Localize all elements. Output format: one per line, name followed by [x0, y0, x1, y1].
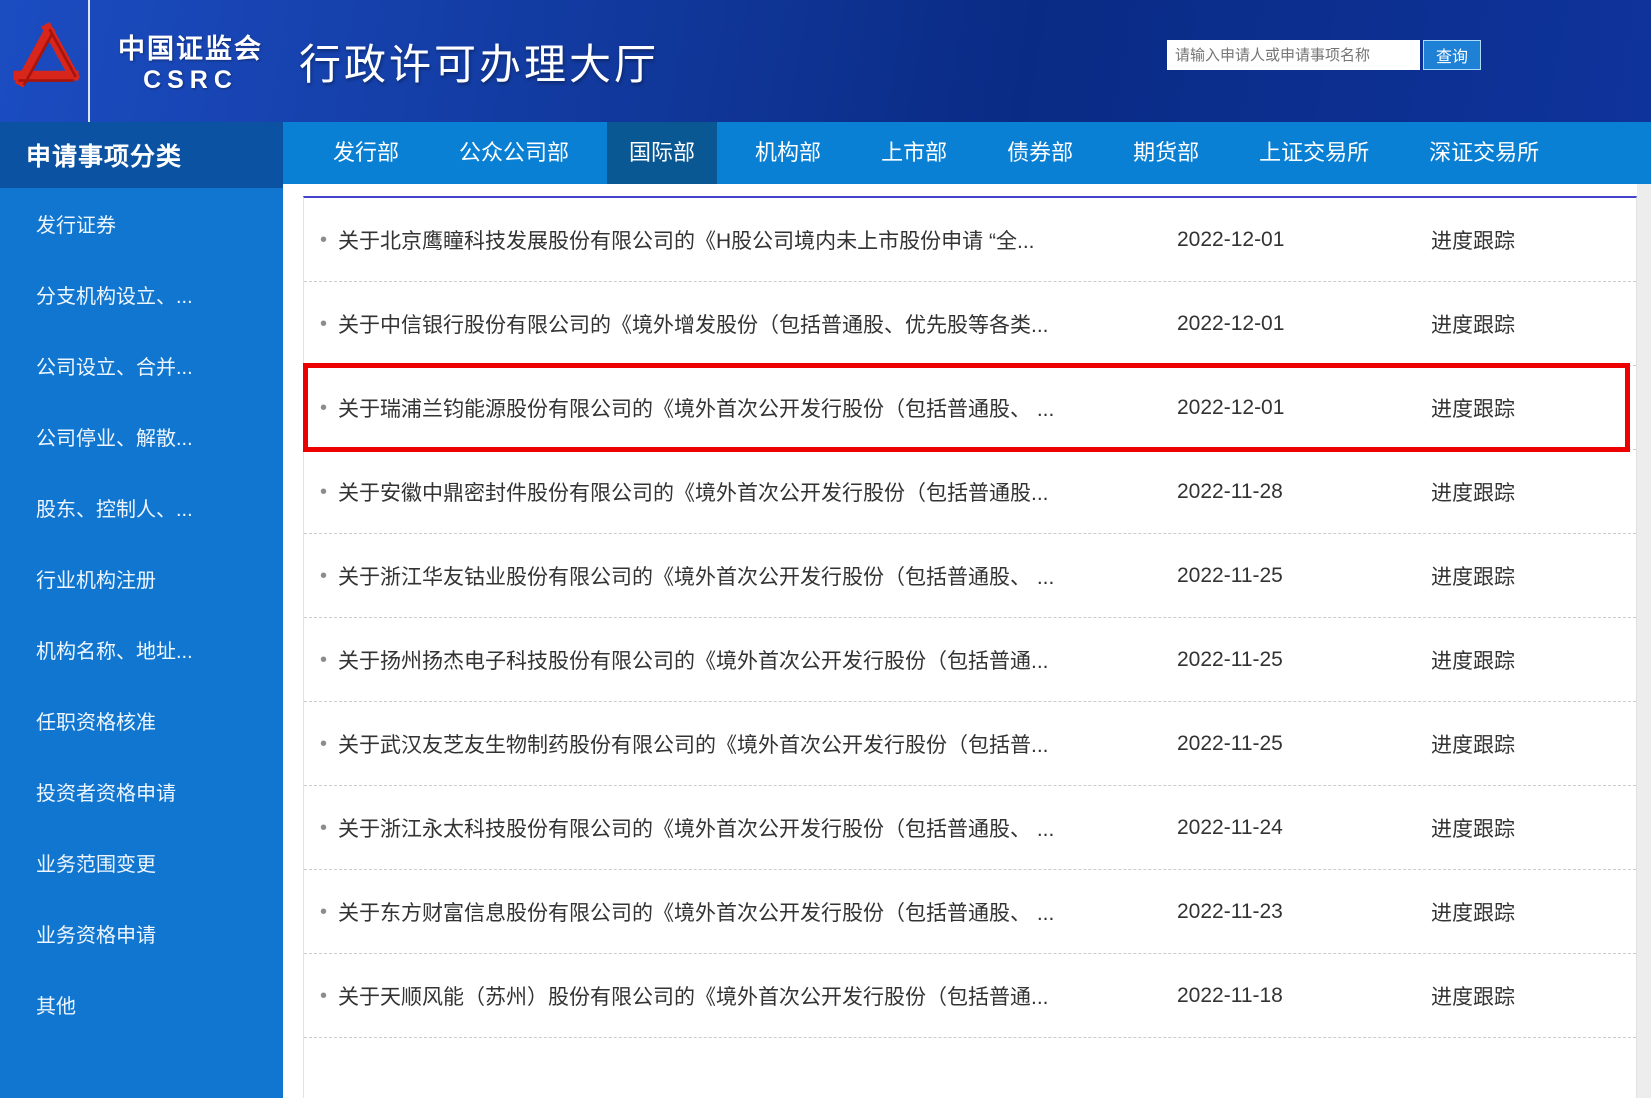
application-title-link[interactable]: 关于浙江华友钴业股份有限公司的《境外首次公开发行股份（包括普通股、 ...: [338, 561, 1177, 591]
progress-tracking-link[interactable]: 进度跟踪: [1431, 813, 1636, 843]
tab-international-dept[interactable]: 国际部: [607, 122, 717, 184]
application-title-link[interactable]: 关于浙江永太科技股份有限公司的《境外首次公开发行股份（包括普通股、 ...: [338, 813, 1177, 843]
bullet-icon: •: [320, 230, 338, 250]
application-title-link[interactable]: 关于瑞浦兰钧能源股份有限公司的《境外首次公开发行股份（包括普通股、 ...: [338, 393, 1177, 423]
sidebar: 申请事项分类 发行证券 分支机构设立、... 公司设立、合并... 公司停业、解…: [0, 122, 283, 1098]
bullet-icon: •: [320, 650, 338, 670]
tab-issuance-dept[interactable]: 发行部: [311, 122, 421, 184]
csrc-logo: [0, 0, 90, 122]
sidebar-item-issue-securities[interactable]: 发行证券: [0, 188, 283, 259]
tab-public-company-dept[interactable]: 公众公司部: [437, 122, 591, 184]
tab-futures-dept[interactable]: 期货部: [1111, 122, 1221, 184]
application-title-link[interactable]: 关于东方财富信息股份有限公司的《境外首次公开发行股份（包括普通股、 ...: [338, 897, 1177, 927]
bullet-icon: •: [320, 986, 338, 1006]
content-area: • 关于北京鹰瞳科技发展股份有限公司的《H股公司境内未上市股份申请 “全... …: [283, 184, 1651, 1098]
application-date: 2022-12-01: [1177, 312, 1431, 336]
sidebar-title: 申请事项分类: [0, 122, 283, 188]
progress-tracking-link[interactable]: 进度跟踪: [1431, 393, 1636, 423]
sidebar-item-industry-org-registration[interactable]: 行业机构注册: [0, 543, 283, 614]
sidebar-item-branch-setup[interactable]: 分支机构设立、...: [0, 259, 283, 330]
page-background-strip: [1637, 184, 1651, 1098]
app-header: 中国证监会 CSRC 行政许可办理大厅 查询: [0, 0, 1651, 122]
brand-name-en: CSRC: [118, 66, 263, 95]
application-title-link[interactable]: 关于中信银行股份有限公司的《境外增发股份（包括普通股、优先股等各类...: [338, 309, 1177, 339]
application-date: 2022-11-28: [1177, 480, 1431, 504]
sidebar-item-business-scope-change[interactable]: 业务范围变更: [0, 827, 283, 898]
right-column: 发行部 公众公司部 国际部 机构部 上市部 债券部 期货部 上证交易所 深证交易…: [283, 122, 1651, 1098]
table-row: • 关于浙江华友钴业股份有限公司的《境外首次公开发行股份（包括普通股、 ... …: [304, 534, 1636, 618]
search-button[interactable]: 查询: [1423, 40, 1481, 70]
table-row: • 关于武汉友芝友生物制药股份有限公司的《境外首次公开发行股份（包括普... 2…: [304, 702, 1636, 786]
table-row: • 关于东方财富信息股份有限公司的《境外首次公开发行股份（包括普通股、 ... …: [304, 870, 1636, 954]
sidebar-item-shareholder-controller[interactable]: 股东、控制人、...: [0, 472, 283, 543]
main-layout: 申请事项分类 发行证券 分支机构设立、... 公司设立、合并... 公司停业、解…: [0, 122, 1651, 1098]
csrc-triangle-logo-icon: [8, 17, 80, 106]
sidebar-item-company-suspend-dissolve[interactable]: 公司停业、解散...: [0, 401, 283, 472]
application-title-link[interactable]: 关于武汉友芝友生物制药股份有限公司的《境外首次公开发行股份（包括普...: [338, 729, 1177, 759]
department-tabs: 发行部 公众公司部 国际部 机构部 上市部 债券部 期货部 上证交易所 深证交易…: [283, 122, 1651, 184]
tab-shanghai-exchange[interactable]: 上证交易所: [1237, 122, 1391, 184]
table-row: • 关于北京鹰瞳科技发展股份有限公司的《H股公司境内未上市股份申请 “全... …: [304, 198, 1636, 282]
sidebar-item-org-name-address[interactable]: 机构名称、地址...: [0, 614, 283, 685]
application-date: 2022-11-25: [1177, 564, 1431, 588]
application-date: 2022-11-24: [1177, 816, 1431, 840]
sidebar-item-business-qualification[interactable]: 业务资格申请: [0, 898, 283, 969]
application-date: 2022-11-23: [1177, 900, 1431, 924]
application-title-link[interactable]: 关于安徽中鼎密封件股份有限公司的《境外首次公开发行股份（包括普通股...: [338, 477, 1177, 507]
application-date: 2022-11-25: [1177, 648, 1431, 672]
bullet-icon: •: [320, 566, 338, 586]
table-row: • 关于中信银行股份有限公司的《境外增发股份（包括普通股、优先股等各类... 2…: [304, 282, 1636, 366]
bullet-icon: •: [320, 818, 338, 838]
table-row: • 关于浙江永太科技股份有限公司的《境外首次公开发行股份（包括普通股、 ... …: [304, 786, 1636, 870]
brand-block: 中国证监会 CSRC: [118, 27, 263, 95]
table-row: • 关于安徽中鼎密封件股份有限公司的《境外首次公开发行股份（包括普通股... 2…: [304, 450, 1636, 534]
application-date: 2022-11-25: [1177, 732, 1431, 756]
progress-tracking-link[interactable]: 进度跟踪: [1431, 309, 1636, 339]
table-row: • 关于天顺风能（苏州）股份有限公司的《境外首次公开发行股份（包括普通... 2…: [304, 954, 1636, 1038]
tab-institutions-dept[interactable]: 机构部: [733, 122, 843, 184]
sidebar-item-other[interactable]: 其他: [0, 969, 283, 1040]
table-row: • 关于扬州扬杰电子科技股份有限公司的《境外首次公开发行股份（包括普通... 2…: [304, 618, 1636, 702]
application-title-link[interactable]: 关于扬州扬杰电子科技股份有限公司的《境外首次公开发行股份（包括普通...: [338, 645, 1177, 675]
page-title: 行政许可办理大厅: [299, 31, 659, 92]
tab-shenzhen-exchange[interactable]: 深证交易所: [1407, 122, 1561, 184]
bullet-icon: •: [320, 482, 338, 502]
application-list: • 关于北京鹰瞳科技发展股份有限公司的《H股公司境内未上市股份申请 “全... …: [303, 196, 1637, 1098]
application-title-link[interactable]: 关于北京鹰瞳科技发展股份有限公司的《H股公司境内未上市股份申请 “全...: [338, 225, 1177, 255]
progress-tracking-link[interactable]: 进度跟踪: [1431, 645, 1636, 675]
progress-tracking-link[interactable]: 进度跟踪: [1431, 561, 1636, 591]
search-bar: 查询: [1167, 40, 1481, 70]
tab-listing-dept[interactable]: 上市部: [859, 122, 969, 184]
bullet-icon: •: [320, 398, 338, 418]
application-date: 2022-11-18: [1177, 984, 1431, 1008]
search-input[interactable]: [1167, 40, 1420, 70]
brand-name-cn: 中国证监会: [118, 27, 263, 66]
progress-tracking-link[interactable]: 进度跟踪: [1431, 477, 1636, 507]
bullet-icon: •: [320, 902, 338, 922]
sidebar-item-qualification-approval[interactable]: 任职资格核准: [0, 685, 283, 756]
bullet-icon: •: [320, 314, 338, 334]
progress-tracking-link[interactable]: 进度跟踪: [1431, 729, 1636, 759]
application-title-link[interactable]: 关于天顺风能（苏州）股份有限公司的《境外首次公开发行股份（包括普通...: [338, 981, 1177, 1011]
table-row-highlighted: • 关于瑞浦兰钧能源股份有限公司的《境外首次公开发行股份（包括普通股、 ... …: [304, 366, 1636, 450]
application-date: 2022-12-01: [1177, 396, 1431, 420]
progress-tracking-link[interactable]: 进度跟踪: [1431, 981, 1636, 1011]
progress-tracking-link[interactable]: 进度跟踪: [1431, 225, 1636, 255]
progress-tracking-link[interactable]: 进度跟踪: [1431, 897, 1636, 927]
application-date: 2022-12-01: [1177, 228, 1431, 252]
tab-bond-dept[interactable]: 债券部: [985, 122, 1095, 184]
sidebar-item-company-setup-merge[interactable]: 公司设立、合并...: [0, 330, 283, 401]
bullet-icon: •: [320, 734, 338, 754]
sidebar-item-investor-qualification[interactable]: 投资者资格申请: [0, 756, 283, 827]
